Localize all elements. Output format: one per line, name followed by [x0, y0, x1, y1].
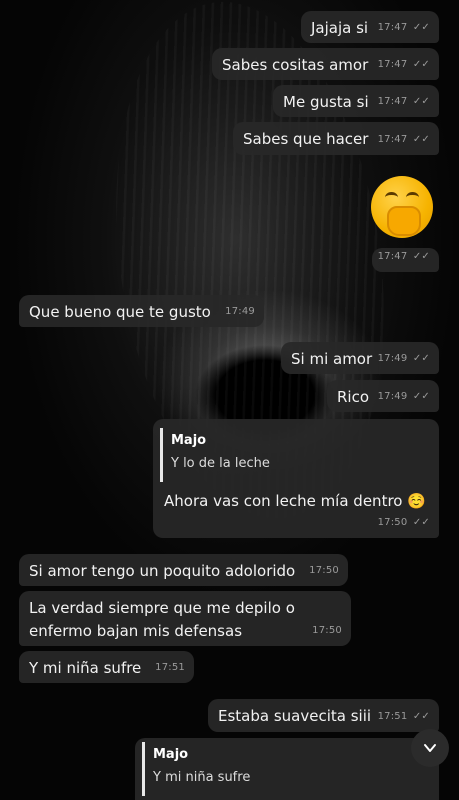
- message-bubble-incoming[interactable]: La verdad siempre que me depilo o enferm…: [19, 591, 351, 646]
- reply-sender-name: Majo: [153, 747, 189, 762]
- message-time: 17:50: [309, 565, 339, 576]
- message-text: Jajaja si: [311, 19, 369, 37]
- message-time: 17:47 ✓✓: [377, 251, 430, 262]
- message-text-line-2: enfermo bajan mis defensas: [29, 622, 243, 640]
- message-time: 17:50 ✓✓: [377, 517, 430, 528]
- message-bubble-outgoing[interactable]: Jajaja si 17:47 ✓✓: [301, 11, 439, 43]
- chevron-down-icon: [424, 744, 436, 752]
- message-text: Rico: [337, 388, 370, 406]
- message-time: 17:49: [225, 306, 255, 317]
- message-time: 17:47 ✓✓: [377, 59, 430, 70]
- message-time: 17:50: [312, 625, 342, 636]
- message-text: Si amor tengo un poquito adolorido: [29, 562, 296, 580]
- hand-over-mouth-emoji-icon[interactable]: [371, 176, 433, 238]
- message-bubble-outgoing[interactable]: Estaba suavecita siii 17:51 ✓✓: [208, 699, 439, 732]
- message-bubble-incoming[interactable]: Y mi niña sufre 17:51: [19, 651, 194, 683]
- message-bubble-outgoing[interactable]: Sabes que hacer 17:47 ✓✓: [233, 122, 439, 155]
- reply-sender-name: Majo: [171, 433, 207, 448]
- message-bubble-incoming[interactable]: Que bueno que te gusto 17:49: [19, 295, 264, 327]
- message-bubble-outgoing-reply[interactable]: Majo Y mi niña sufre: [135, 738, 439, 800]
- read-check-icon: ✓✓: [412, 353, 430, 364]
- message-bubble-incoming[interactable]: Si amor tengo un poquito adolorido 17:50: [19, 554, 348, 586]
- message-time: 17:49 ✓✓: [377, 391, 430, 402]
- message-bubble-outgoing[interactable]: Rico 17:49 ✓✓: [327, 380, 439, 412]
- read-check-icon: ✓✓: [412, 517, 430, 528]
- message-text-line-1: La verdad siempre que me depilo o: [29, 599, 295, 617]
- read-check-icon: ✓✓: [412, 22, 430, 33]
- reply-quoted-text: Y mi niña sufre: [153, 770, 251, 785]
- message-bubble-outgoing[interactable]: Si mi amor 17:49 ✓✓: [281, 342, 439, 374]
- read-check-icon: ✓✓: [412, 711, 430, 722]
- quoted-reply[interactable]: Majo Y mi niña sufre: [142, 742, 382, 796]
- message-time: 17:49 ✓✓: [377, 353, 430, 364]
- message-bubble-outgoing[interactable]: Sabes cositas amor 17:47 ✓✓: [212, 48, 439, 80]
- read-check-icon: ✓✓: [412, 59, 430, 70]
- read-check-icon: ✓✓: [412, 96, 430, 107]
- message-text: Que bueno que te gusto: [29, 303, 211, 321]
- message-text: Ahora vas con leche mía dentro ☺️: [164, 492, 426, 510]
- read-check-icon: ✓✓: [412, 251, 430, 262]
- message-text: Sabes cositas amor: [222, 56, 369, 74]
- message-text: Me gusta si: [283, 93, 369, 111]
- message-time: 17:47 ✓✓: [377, 22, 430, 33]
- read-check-icon: ✓✓: [412, 391, 430, 402]
- message-time: 17:51 ✓✓: [377, 711, 430, 722]
- message-text: Y mi niña sufre: [29, 659, 142, 677]
- message-bubble-outgoing-reply[interactable]: Majo Y lo de la leche Ahora vas con lech…: [153, 419, 439, 538]
- reply-quoted-text: Y lo de la leche: [171, 456, 270, 471]
- message-time: 17:47 ✓✓: [377, 96, 430, 107]
- scroll-to-bottom-button[interactable]: [411, 729, 449, 767]
- message-time: 17:47 ✓✓: [377, 134, 430, 145]
- message-text: Estaba suavecita siii: [218, 707, 372, 725]
- quoted-reply[interactable]: Majo Y lo de la leche: [160, 428, 432, 482]
- emoji-timestamp-bubble: 17:47 ✓✓: [372, 248, 439, 272]
- message-text: Si mi amor: [291, 350, 373, 368]
- read-check-icon: ✓✓: [412, 134, 430, 145]
- message-text: Sabes que hacer: [243, 130, 369, 148]
- message-bubble-outgoing[interactable]: Me gusta si 17:47 ✓✓: [273, 85, 439, 117]
- message-time: 17:51: [155, 662, 185, 673]
